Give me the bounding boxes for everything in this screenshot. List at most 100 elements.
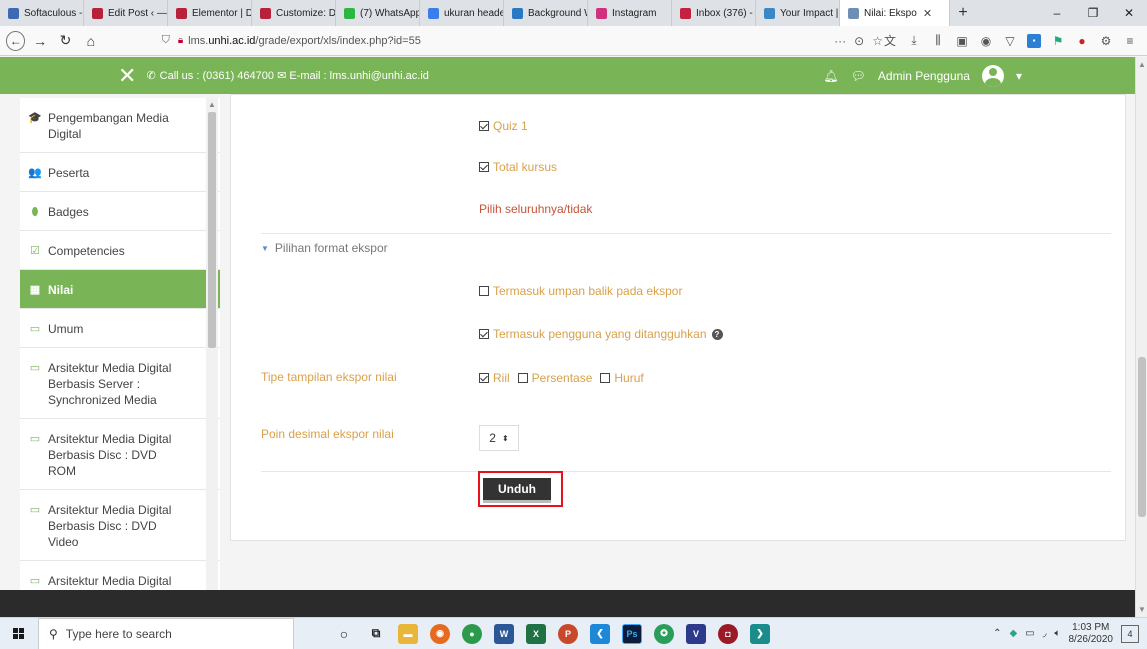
menu-icon[interactable]: ≡ <box>1123 34 1137 48</box>
bookmark-star-icon[interactable]: ☆ <box>872 34 883 48</box>
home-button[interactable]: ⌂ <box>80 30 101 52</box>
red-app-icon[interactable]: ◘ <box>718 623 738 644</box>
browser-tab[interactable]: Customize: Do <box>252 0 336 26</box>
vscode-icon[interactable]: ❮ <box>590 623 610 644</box>
sidebar-item-umum[interactable]: ▭ Umum <box>20 309 220 348</box>
page-actions-icon[interactable]: ··· <box>834 34 846 48</box>
volume-icon[interactable]: 🔈︎ <box>1055 628 1061 639</box>
sidebar-item-badges[interactable]: ⬮ Badges <box>20 192 220 231</box>
scroll-down-icon[interactable]: ▼ <box>1138 605 1146 614</box>
sidebar-item-arsitektur-dvd-rom[interactable]: ▭ Arsitektur Media Digital Berbasis Disc … <box>20 419 220 490</box>
include-feedback-checkbox[interactable] <box>479 286 489 296</box>
sidebar-item-nilai[interactable]: ▦ Nilai <box>20 270 220 309</box>
sidebar-item-competencies[interactable]: ☑ Competencies <box>20 231 220 270</box>
expand-triangle-icon[interactable]: ▼ <box>261 244 269 253</box>
browser-tab[interactable]: Edit Post ‹ — V <box>84 0 168 26</box>
notification-bell-icon[interactable]: 🔔︎ <box>823 69 838 83</box>
tray-expand-icon[interactable]: ⌃ <box>993 628 1001 639</box>
excel-icon[interactable]: X <box>526 623 546 644</box>
library-icon[interactable]: ⫼ <box>931 33 945 48</box>
browser-tab[interactable]: Softaculous - S <box>0 0 84 26</box>
tab-close-icon[interactable]: ✕ <box>923 7 932 20</box>
browser-tab[interactable]: Nilai: Ekspo ✕ <box>840 0 950 26</box>
file-explorer-icon[interactable]: ▬ <box>398 623 418 644</box>
browser-tab[interactable]: ukuran header <box>420 0 504 26</box>
account-icon[interactable]: ◉ <box>979 34 993 48</box>
back-button[interactable]: ← <box>6 30 26 51</box>
browser-tab[interactable]: Elementor | Do <box>168 0 252 26</box>
vpn-icon[interactable]: ▽ <box>1003 34 1017 48</box>
reload-button[interactable]: ↻ <box>55 30 76 52</box>
translate-icon[interactable]: 文 <box>883 34 897 48</box>
url-bar[interactable]: ⛉ 🔒︎ lms. unhi.ac.id/grade/export/xls/ind… <box>162 30 745 52</box>
close-window-button[interactable]: ✕ <box>1111 0 1147 26</box>
terminal-icon[interactable]: ❯ <box>750 623 770 644</box>
display-huruf-checkbox[interactable] <box>600 373 611 383</box>
total-kursus-option[interactable]: Total kursus <box>479 160 557 174</box>
clock[interactable]: 1:03 PM 8/26/2020 <box>1069 622 1114 646</box>
display-persentase-checkbox[interactable] <box>517 373 528 383</box>
browser-tab[interactable]: Instagram <box>588 0 672 26</box>
word-icon[interactable]: W <box>494 623 514 644</box>
browser-tab[interactable]: Background W <box>504 0 588 26</box>
forward-button[interactable]: → <box>29 30 50 52</box>
help-icon[interactable]: ? <box>711 328 723 340</box>
task-view-icon[interactable]: ⧉ <box>366 624 386 644</box>
tracking-shield-icon[interactable]: ⛉ <box>162 34 170 47</box>
display-riil-checkbox[interactable] <box>479 373 489 383</box>
sidebar-scrollbar[interactable]: ▲ ▼ <box>206 98 218 617</box>
minimize-button[interactable]: – <box>1039 0 1075 26</box>
browser-tab[interactable]: Your Impact | <box>756 0 840 26</box>
export-format-section-toggle[interactable]: ▼ Pilihan format ekspor <box>261 241 388 255</box>
pocket-icon[interactable]: ⊙ <box>854 34 864 48</box>
sidebar-scrollbar-thumb[interactable] <box>208 112 216 348</box>
total-kursus-checkbox[interactable] <box>479 162 489 172</box>
extension-flag-icon[interactable]: ⚑ <box>1051 34 1065 48</box>
sidebar-icon[interactable]: ▣ <box>955 34 969 48</box>
decimal-points-select[interactable]: 2 ⬍ <box>479 425 519 451</box>
quiz1-checkbox[interactable] <box>479 121 489 131</box>
page-scrollbar-thumb[interactable] <box>1138 357 1146 517</box>
sidebar-item-peserta[interactable]: 👥 Peserta <box>20 153 220 192</box>
scroll-up-icon[interactable]: ▲ <box>1138 60 1146 69</box>
select-all-link[interactable]: Pilih seluruhnya/tidak <box>479 202 592 216</box>
select-all-text[interactable]: Pilih seluruhnya/tidak <box>479 202 592 216</box>
sidebar-scroll-up-icon[interactable]: ▲ <box>208 100 216 109</box>
sidebar-item-pengembangan[interactable]: 🎓 Pengembangan Media Digital <box>20 98 220 153</box>
close-menu-icon[interactable]: ✕ <box>118 63 136 89</box>
insecure-lock-icon[interactable]: 🔒︎ <box>178 35 183 46</box>
tray-app-icon[interactable]: ◆ <box>1009 628 1017 639</box>
include-suspended-checkbox[interactable] <box>479 329 489 339</box>
browser-tab[interactable]: Inbox (376) - k <box>672 0 756 26</box>
messages-icon[interactable]: 💬︎ <box>851 69 866 83</box>
extension-blue-icon[interactable]: ▪ <box>1027 33 1041 48</box>
chrome-icon[interactable]: ● <box>462 623 482 644</box>
firefox-icon[interactable]: ◉ <box>430 623 450 644</box>
notification-center-icon[interactable]: 4 <box>1121 624 1139 643</box>
browser-tab[interactable]: (7) WhatsApp <box>336 0 420 26</box>
display-riil-label: Riil <box>493 371 510 385</box>
new-tab-button[interactable]: + <box>950 4 976 22</box>
taskbar-search[interactable]: ⚲ Type here to search <box>38 617 294 649</box>
extensions-icon[interactable]: ⚙ <box>1099 34 1113 48</box>
extension-record-icon[interactable]: ● <box>1075 34 1089 48</box>
include-feedback-option[interactable]: Termasuk umpan balik pada ekspor <box>479 284 682 298</box>
sidebar-item-arsitektur-dvd-video[interactable]: ▭ Arsitektur Media Digital Berbasis Disc … <box>20 490 220 561</box>
v-app-icon[interactable]: V <box>686 623 706 644</box>
user-menu-caret-icon[interactable]: ▾ <box>1016 69 1022 83</box>
start-button[interactable] <box>0 618 38 649</box>
photoshop-icon[interactable]: Ps <box>622 623 642 644</box>
avatar[interactable] <box>981 64 1004 87</box>
page-scrollbar[interactable]: ▲ ▼ <box>1135 57 1147 617</box>
award-icon[interactable]: ✪ <box>654 623 674 644</box>
cortana-icon[interactable]: ○ <box>334 624 354 644</box>
sidebar-item-arsitektur-server[interactable]: ▭ Arsitektur Media Digital Berbasis Serve… <box>20 348 220 419</box>
wifi-icon[interactable]: ◞ <box>1043 628 1047 639</box>
battery-icon[interactable]: ▭ <box>1025 628 1034 639</box>
powerpoint-icon[interactable]: P <box>558 623 578 644</box>
include-suspended-option[interactable]: Termasuk pengguna yang ditangguhkan ? <box>479 327 723 341</box>
user-name[interactable]: Admin Pengguna <box>878 69 970 83</box>
quiz1-option[interactable]: Quiz 1 <box>479 119 528 133</box>
download-icon[interactable]: ⤓ <box>907 33 921 48</box>
maximize-button[interactable]: ❐ <box>1075 0 1111 26</box>
